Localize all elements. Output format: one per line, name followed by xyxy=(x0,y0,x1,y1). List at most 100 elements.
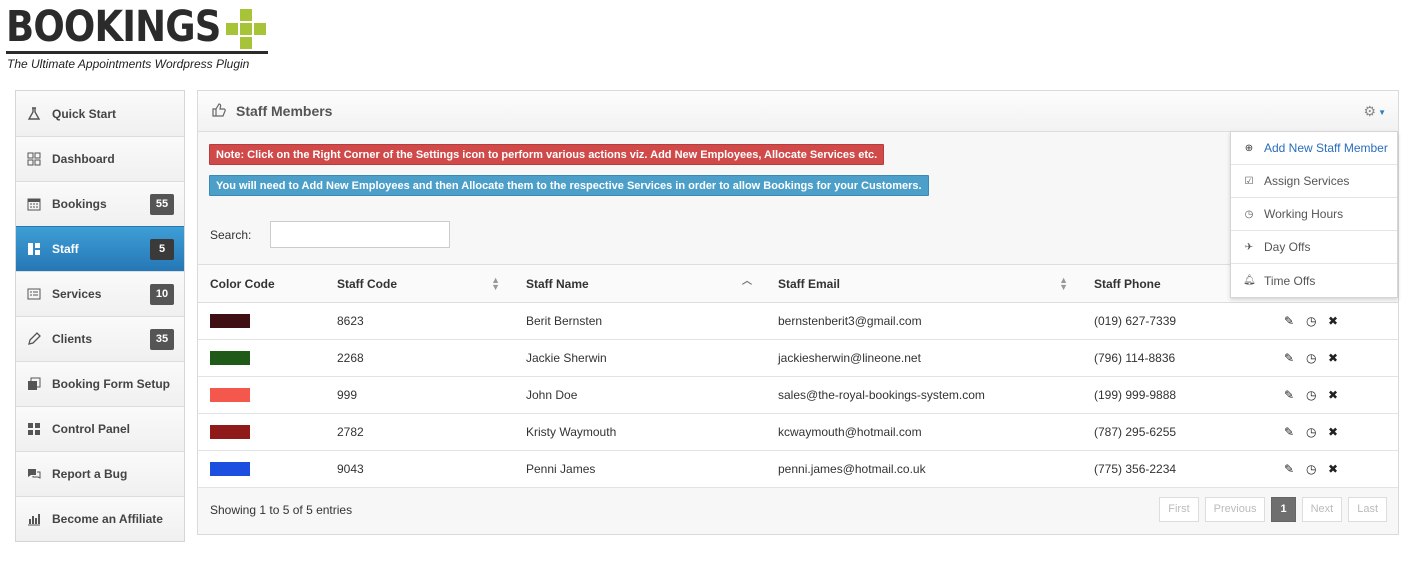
clock-icon: ◷ xyxy=(1244,208,1254,220)
clock-icon[interactable]: ◷ xyxy=(1306,351,1328,365)
chevron-down-icon: ▼ xyxy=(1378,107,1386,117)
table-row: 8623 Berit Bernsten bernstenberit3@gmail… xyxy=(198,302,1398,340)
grid-icon xyxy=(26,151,42,167)
table-row: 999 John Doe sales@the-royal-bookings-sy… xyxy=(198,376,1398,414)
thumbs-up-icon xyxy=(212,103,226,120)
staff-email: jackiesherwin@lineone.net xyxy=(766,339,1082,377)
sidebar-item-clients[interactable]: Clients 35 xyxy=(16,316,184,361)
gear-icon: ⚙ xyxy=(1363,103,1377,119)
color-swatch xyxy=(210,462,250,477)
plus-circle-icon: ⊕ xyxy=(1244,142,1254,154)
table-header-row: Color Code Staff Code ▲ ▼ Staff Name ︿ Staf… xyxy=(198,264,1398,303)
check-square-icon: ☑ xyxy=(1244,175,1254,187)
clock-icon[interactable]: ◷ xyxy=(1306,462,1328,476)
delete-icon[interactable]: ✖ xyxy=(1328,314,1350,328)
table-row: 2268 Jackie Sherwin jackiesherwin@lineon… xyxy=(198,339,1398,377)
brand-logo: BOOKINGS The Ultimate Appointments Wordp… xyxy=(6,4,276,74)
pagination-previous[interactable]: Previous xyxy=(1204,497,1266,522)
edit-icon[interactable]: ✎ xyxy=(1284,388,1306,402)
tiles-icon xyxy=(26,421,42,437)
staff-code: 2782 xyxy=(325,413,514,451)
staff-code: 9043 xyxy=(325,450,514,488)
menu-item-label: Add New Staff Member xyxy=(1264,141,1388,155)
sidebar-item-label: Clients xyxy=(52,332,93,346)
sidebar-item-booking-form-setup[interactable]: Booking Form Setup xyxy=(16,361,184,406)
layout-icon xyxy=(26,241,42,257)
pagination-first[interactable]: First xyxy=(1159,497,1199,522)
edit-icon[interactable]: ✎ xyxy=(1284,462,1306,476)
settings-gear-button[interactable]: ⚙ ▼ xyxy=(1364,103,1386,120)
staff-email: penni.james@hotmail.co.uk xyxy=(766,450,1082,488)
staff-email: sales@the-royal-bookings-system.com xyxy=(766,376,1082,414)
table-row: 9043 Penni James penni.james@hotmail.co.… xyxy=(198,450,1398,488)
sidebar-item-label: Booking Form Setup xyxy=(52,377,170,391)
sidebar-nav: Quick Start Dashboard Bookings 55 Staff … xyxy=(15,90,185,542)
delete-icon[interactable]: ✖ xyxy=(1328,351,1350,365)
column-header-staff-name[interactable]: Staff Name ︿ xyxy=(514,264,766,303)
clock-icon[interactable]: ◷ xyxy=(1306,425,1328,439)
sidebar-item-label: Control Panel xyxy=(52,422,131,436)
search-input[interactable] xyxy=(270,221,450,248)
sidebar-item-services[interactable]: Services 10 xyxy=(16,271,184,316)
count-badge: 55 xyxy=(150,194,174,215)
sidebar-item-staff[interactable]: Staff 5 xyxy=(16,226,184,271)
edit-icon[interactable]: ✎ xyxy=(1284,425,1306,439)
staff-table: Color Code Staff Code ▲ ▼ Staff Name ︿ Staf… xyxy=(198,264,1398,488)
sidebar-item-label: Services xyxy=(52,287,102,301)
column-header-staff-code[interactable]: Staff Code ▲ ▼ xyxy=(325,264,514,303)
search-label: Search: xyxy=(210,228,252,242)
staff-name: Penni James xyxy=(514,450,766,488)
row-actions: ✎ ◷ ✖ xyxy=(1272,339,1398,377)
sidebar-item-become-an-affiliate[interactable]: Become an Affiliate xyxy=(16,496,184,541)
menu-item-working-hours[interactable]: ◷ Working Hours xyxy=(1231,198,1397,231)
count-badge: 10 xyxy=(150,284,174,305)
edit-icon[interactable]: ✎ xyxy=(1284,314,1306,328)
clock-icon[interactable]: ◷ xyxy=(1306,388,1328,402)
sort-both-icon: ▲ ▼ xyxy=(491,275,500,292)
note-alert: Note: Click on the Right Corner of the S… xyxy=(209,144,885,165)
edit-icon[interactable]: ✎ xyxy=(1284,351,1306,365)
settings-dropdown-menu: ⊕ Add New Staff Member ☑ Assign Services… xyxy=(1230,131,1398,298)
entries-info: Showing 1 to 5 of 5 entries xyxy=(210,503,353,517)
sidebar-item-label: Report a Bug xyxy=(52,467,128,481)
sidebar-item-control-panel[interactable]: Control Panel xyxy=(16,406,184,451)
sort-both-icon: ▲ ▼ xyxy=(1059,275,1068,292)
row-actions: ✎ ◷ ✖ xyxy=(1272,413,1398,451)
column-header-staff-email[interactable]: Staff Email ▲ ▼ xyxy=(766,264,1082,303)
pagination-last[interactable]: Last xyxy=(1348,497,1387,522)
clock-icon[interactable]: ◷ xyxy=(1306,314,1328,328)
menu-item-label: Time Offs xyxy=(1264,273,1316,288)
count-badge: 35 xyxy=(150,329,174,350)
row-actions: ✎ ◷ ✖ xyxy=(1272,302,1398,340)
bell-icon: 🔔︎ xyxy=(1243,275,1256,286)
menu-item-label: Assign Services xyxy=(1264,174,1350,188)
delete-icon[interactable]: ✖ xyxy=(1328,388,1350,402)
staff-email: bernstenberit3@gmail.com xyxy=(766,302,1082,340)
menu-item-assign-services[interactable]: ☑ Assign Services xyxy=(1231,165,1397,198)
sidebar-item-report-a-bug[interactable]: Report a Bug xyxy=(16,451,184,496)
delete-icon[interactable]: ✖ xyxy=(1328,425,1350,439)
column-header-color-code[interactable]: Color Code xyxy=(198,264,325,303)
menu-item-time-offs[interactable]: 🔔︎ Time Offs xyxy=(1231,264,1397,297)
pagination-next[interactable]: Next xyxy=(1301,497,1343,522)
color-swatch xyxy=(210,425,250,440)
staff-code: 8623 xyxy=(325,302,514,340)
sidebar-item-dashboard[interactable]: Dashboard xyxy=(16,136,184,181)
count-badge: 5 xyxy=(150,239,174,260)
menu-item-day-offs[interactable]: ✈ Day Offs xyxy=(1231,231,1397,264)
calendar-icon xyxy=(26,196,42,212)
sidebar-item-label: Dashboard xyxy=(52,152,115,166)
staff-email: kcwaymouth@hotmail.com xyxy=(766,413,1082,451)
pagination: First Previous 1 Next Last xyxy=(1159,497,1387,522)
staff-phone: (019) 627-7339 xyxy=(1082,302,1272,340)
delete-icon[interactable]: ✖ xyxy=(1328,462,1350,476)
panel-header: Staff Members ⚙ ▼ xyxy=(198,91,1398,132)
pagination-current-page[interactable]: 1 xyxy=(1271,497,1296,522)
sidebar-item-label: Quick Start xyxy=(52,106,117,121)
menu-item-add-new-staff-member[interactable]: ⊕ Add New Staff Member xyxy=(1231,132,1397,165)
sidebar-item-quick-start[interactable]: Quick Start xyxy=(16,91,184,136)
plane-icon: ✈ xyxy=(1244,241,1254,253)
brand-name: BOOKINGS xyxy=(6,2,221,52)
sidebar-item-bookings[interactable]: Bookings 55 xyxy=(16,181,184,226)
staff-phone: (796) 114-8836 xyxy=(1082,339,1272,377)
